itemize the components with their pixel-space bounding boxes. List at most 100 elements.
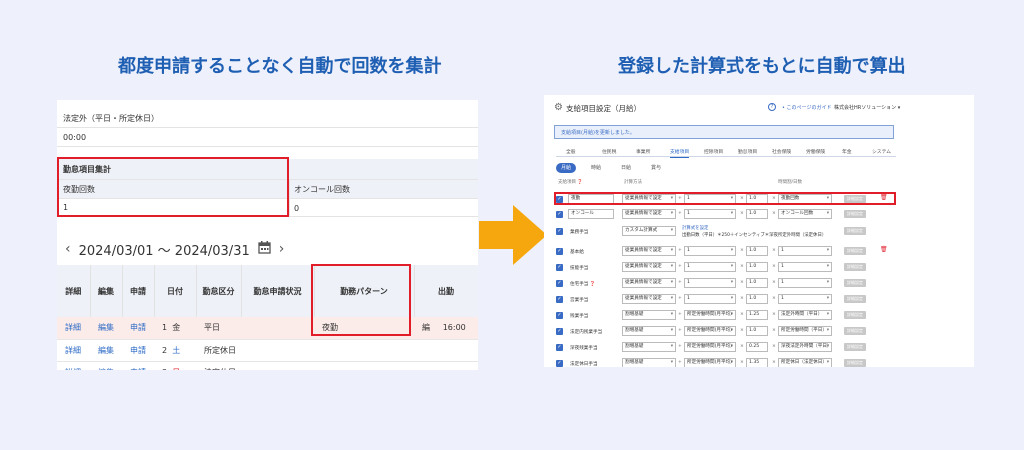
detail-settings-button[interactable]: 詳細設定 xyxy=(844,295,866,303)
tab-office[interactable]: 事業所 xyxy=(636,148,650,155)
rate-input[interactable]: 1.0 xyxy=(746,209,768,219)
include-checkbox[interactable]: ✓ xyxy=(556,248,563,255)
detail-settings-button[interactable]: 詳細設定 xyxy=(844,311,866,319)
base-select[interactable]: 所定労働時間(月平均) ▾ xyxy=(684,342,736,352)
rate-input[interactable]: 1.0 xyxy=(746,262,768,272)
include-checkbox[interactable]: ✓ xyxy=(556,264,563,271)
method-select[interactable]: 従業員情報で設定 ▾ xyxy=(622,209,676,219)
edit-link[interactable]: 編集 xyxy=(90,361,122,370)
item-name-input[interactable]: 夜勤 xyxy=(568,194,614,204)
edit-link[interactable]: 編集 xyxy=(90,339,122,362)
include-checkbox[interactable]: ✓ xyxy=(556,344,563,351)
tab-social-insurance[interactable]: 社会保険 xyxy=(772,148,791,155)
guide-link[interactable]: • このページのガイド xyxy=(782,104,831,111)
detail-settings-button[interactable]: 詳細設定 xyxy=(844,263,866,271)
detail-settings-button[interactable]: 詳細設定 xyxy=(844,210,866,218)
count-select[interactable]: 深夜法定外時間（平日） ▾ xyxy=(778,342,832,352)
detail-link[interactable]: 詳細 xyxy=(57,339,90,362)
tab-labor-insurance[interactable]: 労働保険 xyxy=(806,148,825,155)
subtab-monthly[interactable]: 月給 xyxy=(556,163,577,173)
detail-settings-button[interactable]: 詳細設定 xyxy=(844,359,866,367)
count-select[interactable]: 法定外時間（平日） ▾ xyxy=(778,310,832,320)
detail-link[interactable]: 詳細 xyxy=(57,317,90,340)
rate-input[interactable]: 1.0 xyxy=(746,194,768,204)
tab-attendance-items[interactable]: 勤怠項目 xyxy=(738,148,757,155)
count-select[interactable]: 1 ▾ xyxy=(778,278,832,288)
tab-system[interactable]: システム xyxy=(872,148,891,155)
include-checkbox[interactable]: ✓ xyxy=(556,280,563,287)
item-name-input[interactable]: オンコール xyxy=(568,209,614,219)
method-select[interactable]: カスタム計算式 ▾ xyxy=(622,226,676,236)
method-select[interactable]: 従業員情報で設定 ▾ xyxy=(622,278,676,288)
detail-settings-button[interactable]: 詳細設定 xyxy=(844,279,866,287)
method-select[interactable]: 割増基礎 ▾ xyxy=(622,342,676,352)
weekday: 日 xyxy=(172,368,180,371)
count-select[interactable]: オンコール回数 ▾ xyxy=(778,209,832,219)
method-select[interactable]: 割増基礎 ▾ xyxy=(622,326,676,336)
detail-settings-button[interactable]: 詳細設定 xyxy=(844,227,866,235)
trash-icon[interactable]: 🗑 xyxy=(880,246,888,253)
tab-general[interactable]: 全般 xyxy=(566,148,576,155)
tab-pension[interactable]: 年金 xyxy=(842,148,852,155)
method-select[interactable]: 割増基礎 ▾ xyxy=(622,310,676,320)
calendar-icon[interactable] xyxy=(258,241,271,257)
count-select[interactable]: 1 ▾ xyxy=(778,294,832,304)
count-select[interactable]: 所定休日（法定休日） ▾ xyxy=(778,358,832,367)
operator: + xyxy=(678,248,682,253)
rate-input[interactable]: 1.25 xyxy=(746,310,768,320)
include-checkbox[interactable]: ✓ xyxy=(556,228,563,235)
subtab-daily[interactable]: 日給 xyxy=(616,163,636,173)
rate-input[interactable]: 1.0 xyxy=(746,326,768,336)
apply-link[interactable]: 申請 xyxy=(122,317,154,340)
edit-link[interactable]: 編集 xyxy=(90,317,122,340)
count-select[interactable]: 1 ▾ xyxy=(778,262,832,272)
next-month-button[interactable]: › xyxy=(279,241,285,257)
subtab-hourly[interactable]: 時給 xyxy=(586,163,606,173)
include-checkbox[interactable]: ✓ xyxy=(556,328,563,335)
base-select[interactable]: 1 ▾ xyxy=(684,194,736,204)
rate-input[interactable]: 1.0 xyxy=(746,278,768,288)
apply-link[interactable]: 申請 xyxy=(122,339,154,362)
rate-input[interactable]: 1.0 xyxy=(746,294,768,304)
trash-icon[interactable]: 🗑 xyxy=(880,194,888,201)
detail-settings-button[interactable]: 詳細設定 xyxy=(844,247,866,255)
base-select[interactable]: 所定労働時間(月平均) ▾ xyxy=(684,358,736,367)
rate-input[interactable]: 0.25 xyxy=(746,342,768,352)
include-checkbox[interactable]: ✓ xyxy=(556,211,563,218)
method-select[interactable]: 割増基礎 ▾ xyxy=(622,358,676,367)
company-selector[interactable]: 株式会社HRソリューション ▾ xyxy=(834,104,900,111)
base-select[interactable]: 1 ▾ xyxy=(684,246,736,256)
help-icon[interactable]: ? xyxy=(768,103,776,111)
detail-link[interactable]: 詳細 xyxy=(57,361,90,370)
subtab-bonus[interactable]: 賞与 xyxy=(646,163,666,173)
base-select[interactable]: 1 ▾ xyxy=(684,209,736,219)
method-select[interactable]: 従業員情報で設定 ▾ xyxy=(622,294,676,304)
include-checkbox[interactable]: ✓ xyxy=(556,312,563,319)
rate-input[interactable]: 1.0 xyxy=(746,246,768,256)
base-select[interactable]: 1 ▾ xyxy=(684,262,736,272)
tab-resident-tax[interactable]: 住民税 xyxy=(602,148,616,155)
base-select[interactable]: 1 ▾ xyxy=(684,294,736,304)
method-select[interactable]: 従業員情報で設定 ▾ xyxy=(622,262,676,272)
tab-payment-items[interactable]: 支給項目 xyxy=(670,148,690,158)
tab-deduction-items[interactable]: 控除項目 xyxy=(704,148,723,155)
detail-settings-button[interactable]: 詳細設定 xyxy=(844,343,866,351)
include-checkbox[interactable]: ✓ xyxy=(556,296,563,303)
prev-month-button[interactable]: ‹ xyxy=(65,241,71,257)
base-select[interactable]: 所定労働時間(月平均) ▾ xyxy=(684,326,736,336)
method-select[interactable]: 従業員情報で設定 ▾ xyxy=(622,246,676,256)
count-select[interactable]: 夜勤回数 ▾ xyxy=(778,194,832,204)
method-select[interactable]: 従業員情報で設定 ▾ xyxy=(622,194,676,204)
detail-settings-button[interactable]: 詳細設定 xyxy=(844,327,866,335)
count-select[interactable]: 所定労働時間（平日） ▾ xyxy=(778,326,832,336)
base-select[interactable]: 1 ▾ xyxy=(684,278,736,288)
rate-input[interactable]: 1.35 xyxy=(746,358,768,367)
include-checkbox[interactable]: ✓ xyxy=(556,196,563,203)
apply-link[interactable]: 申請 xyxy=(122,361,154,370)
set-formula-link[interactable]: 計算式を設定 xyxy=(682,226,708,231)
count-select[interactable]: 1 ▾ xyxy=(778,246,832,256)
detail-settings-button[interactable]: 詳細設定 xyxy=(844,195,866,203)
include-checkbox[interactable]: ✓ xyxy=(556,360,563,367)
base-select[interactable]: 所定労働時間(月平均) ▾ xyxy=(684,310,736,320)
operator: + xyxy=(678,360,682,365)
